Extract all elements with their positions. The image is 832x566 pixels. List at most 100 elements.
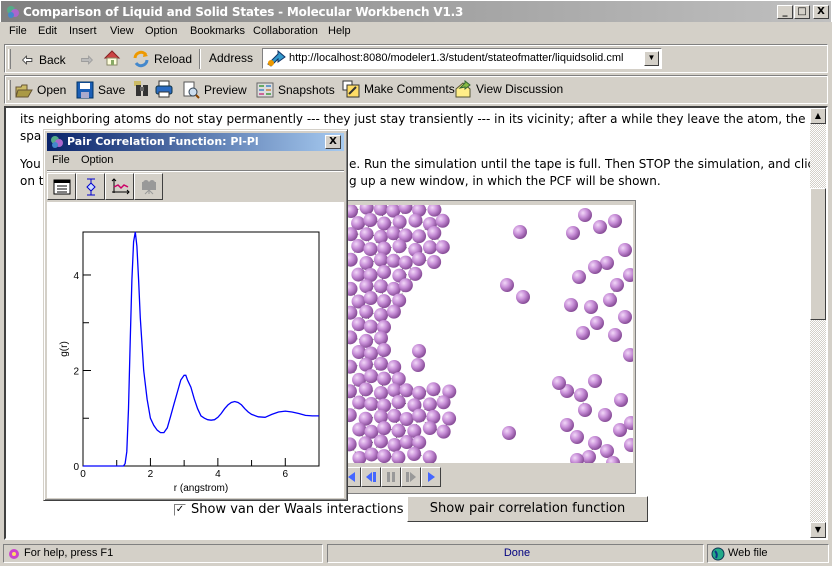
atom[interactable] xyxy=(584,300,598,314)
atom[interactable] xyxy=(398,255,413,270)
atom[interactable] xyxy=(351,345,366,360)
atom[interactable] xyxy=(624,438,633,452)
atom[interactable] xyxy=(373,434,388,449)
atom[interactable] xyxy=(435,240,450,255)
simulation-canvas[interactable] xyxy=(345,205,633,463)
atom[interactable] xyxy=(373,279,388,294)
atom[interactable] xyxy=(352,450,367,463)
address-input[interactable]: http://localhost:8080/modeler1.3/student… xyxy=(262,48,662,69)
atom[interactable] xyxy=(386,226,401,241)
atom[interactable] xyxy=(618,243,632,257)
atom[interactable] xyxy=(377,343,392,358)
dialog-menu-file[interactable]: File xyxy=(52,154,70,166)
menu-bookmarks[interactable]: Bookmarks xyxy=(190,25,245,37)
atom[interactable] xyxy=(399,383,414,398)
atom[interactable] xyxy=(564,298,578,312)
scroll-down-button[interactable]: ▼ xyxy=(810,522,826,538)
snapshot-camera-button[interactable] xyxy=(134,173,163,200)
maximize-button[interactable]: □ xyxy=(794,5,810,19)
atom[interactable] xyxy=(411,358,425,372)
atom[interactable] xyxy=(590,316,604,330)
atom[interactable] xyxy=(574,388,588,402)
atom[interactable] xyxy=(392,239,407,254)
atom[interactable] xyxy=(426,382,441,397)
atom[interactable] xyxy=(560,418,574,432)
atom[interactable] xyxy=(412,408,427,423)
play-button[interactable] xyxy=(421,467,441,487)
atom[interactable] xyxy=(598,408,612,422)
atom[interactable] xyxy=(377,421,392,436)
atom[interactable] xyxy=(623,348,633,362)
atom[interactable] xyxy=(408,266,423,281)
step-back-button[interactable] xyxy=(361,467,381,487)
atom[interactable] xyxy=(386,253,401,268)
atom[interactable] xyxy=(377,294,392,309)
atom[interactable] xyxy=(422,397,437,412)
snapshots-button[interactable]: Snapshots xyxy=(256,81,335,99)
atom[interactable] xyxy=(387,408,402,423)
window-titlebar[interactable]: Comparison of Liquid and Solid States - … xyxy=(0,0,832,22)
atom[interactable] xyxy=(398,205,413,215)
atom[interactable] xyxy=(516,290,530,304)
atom[interactable] xyxy=(398,278,413,293)
atom[interactable] xyxy=(435,213,450,228)
scroll-up-button[interactable]: ▲ xyxy=(810,108,826,124)
atom[interactable] xyxy=(578,403,592,417)
atom[interactable] xyxy=(364,397,379,412)
reload-button[interactable]: Reload xyxy=(132,50,192,68)
atom[interactable] xyxy=(359,227,374,242)
atom[interactable] xyxy=(373,307,388,322)
menu-edit[interactable]: Edit xyxy=(38,25,57,37)
preview-button[interactable]: Preview xyxy=(182,81,247,99)
atom[interactable] xyxy=(399,411,414,426)
atom[interactable] xyxy=(359,279,374,294)
atom[interactable] xyxy=(373,252,388,267)
atom[interactable] xyxy=(373,356,388,371)
atom[interactable] xyxy=(412,344,426,358)
toolbar-grip[interactable] xyxy=(8,80,11,100)
atom[interactable] xyxy=(422,421,437,436)
menu-option[interactable]: Option xyxy=(145,25,177,37)
atom[interactable] xyxy=(364,447,379,462)
find-binoculars-icon[interactable] xyxy=(133,80,151,98)
atom[interactable] xyxy=(566,226,580,240)
atom[interactable] xyxy=(582,450,596,463)
pause-button[interactable] xyxy=(381,467,401,487)
step-forward-button[interactable] xyxy=(401,467,421,487)
atom[interactable] xyxy=(386,304,401,319)
atom[interactable] xyxy=(391,423,406,438)
atom[interactable] xyxy=(359,304,374,319)
atom[interactable] xyxy=(552,376,566,390)
atom[interactable] xyxy=(427,254,442,269)
scroll-thumb[interactable] xyxy=(810,188,826,320)
atom[interactable] xyxy=(373,331,388,346)
atom[interactable] xyxy=(436,395,451,410)
axes-scale-button[interactable] xyxy=(105,173,134,200)
atom[interactable] xyxy=(603,293,617,307)
atom[interactable] xyxy=(600,256,614,270)
atom[interactable] xyxy=(387,359,402,374)
atom[interactable] xyxy=(377,449,392,463)
toolbar-grip[interactable] xyxy=(8,49,11,69)
data-table-button[interactable] xyxy=(47,173,76,200)
atom[interactable] xyxy=(436,424,451,439)
atom[interactable] xyxy=(352,422,367,437)
atom[interactable] xyxy=(377,265,392,280)
atom[interactable] xyxy=(387,437,402,452)
atom[interactable] xyxy=(588,374,602,388)
atom[interactable] xyxy=(377,371,392,386)
atom[interactable] xyxy=(572,270,586,284)
atom[interactable] xyxy=(373,385,388,400)
atom[interactable] xyxy=(600,444,614,458)
atom[interactable] xyxy=(608,328,622,342)
atom[interactable] xyxy=(352,395,367,410)
atom[interactable] xyxy=(351,267,366,282)
atom[interactable] xyxy=(363,242,378,257)
atom[interactable] xyxy=(412,229,427,244)
atom[interactable] xyxy=(399,435,414,450)
atom[interactable] xyxy=(442,411,457,426)
atom[interactable] xyxy=(363,213,378,228)
atom[interactable] xyxy=(422,450,437,463)
atom[interactable] xyxy=(387,383,402,398)
address-dropdown-button[interactable]: ▼ xyxy=(644,51,659,66)
